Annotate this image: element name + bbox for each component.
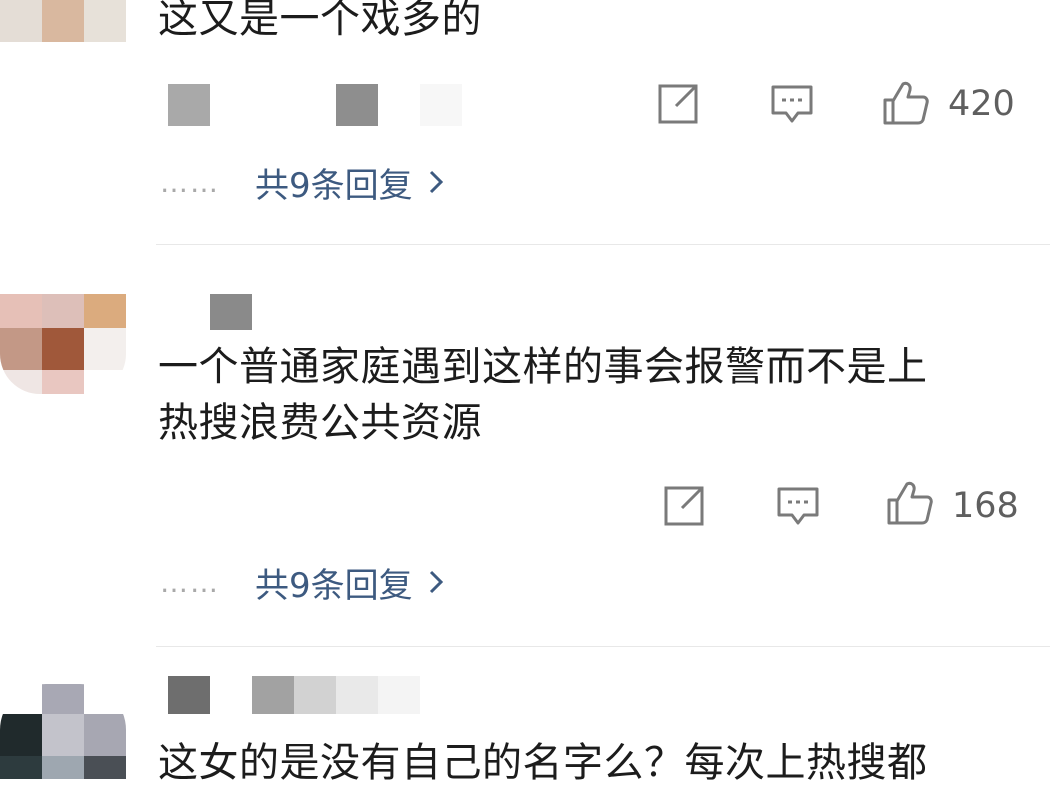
comment-icon[interactable] <box>776 484 820 528</box>
share-icon[interactable] <box>662 484 706 528</box>
comment-meta <box>168 84 468 126</box>
like-icon[interactable] <box>886 480 934 526</box>
comment-text: 这又是一个戏多的 <box>158 0 482 42</box>
divider <box>156 244 1050 245</box>
avatar[interactable] <box>0 684 126 779</box>
reply-dots: …… <box>160 165 220 199</box>
share-icon[interactable] <box>656 82 700 126</box>
reply-dots: …… <box>160 565 220 599</box>
chevron-right-icon <box>429 170 443 194</box>
comment-text: 这女的是没有自己的名字么？每次上热搜都 <box>158 740 928 786</box>
like-icon[interactable] <box>882 80 930 126</box>
reply-count-label: 共9条回复 <box>255 565 413 606</box>
username[interactable] <box>168 676 468 716</box>
like-count: 168 <box>952 486 1019 526</box>
avatar[interactable] <box>0 0 126 42</box>
avatar[interactable] <box>0 294 126 394</box>
comment-icon[interactable] <box>770 82 814 126</box>
chevron-right-icon <box>429 570 443 594</box>
comment-text: 热搜浪费公共资源 <box>158 400 482 446</box>
view-replies-link[interactable]: …… 共9条回复 <box>160 562 445 606</box>
comment-text: 一个普通家庭遇到这样的事会报警而不是上 <box>158 344 928 390</box>
reply-count-label: 共9条回复 <box>255 165 413 206</box>
view-replies-link[interactable]: …… 共9条回复 <box>160 162 445 206</box>
like-count: 420 <box>948 84 1015 124</box>
divider <box>156 646 1050 647</box>
username[interactable] <box>168 294 258 334</box>
